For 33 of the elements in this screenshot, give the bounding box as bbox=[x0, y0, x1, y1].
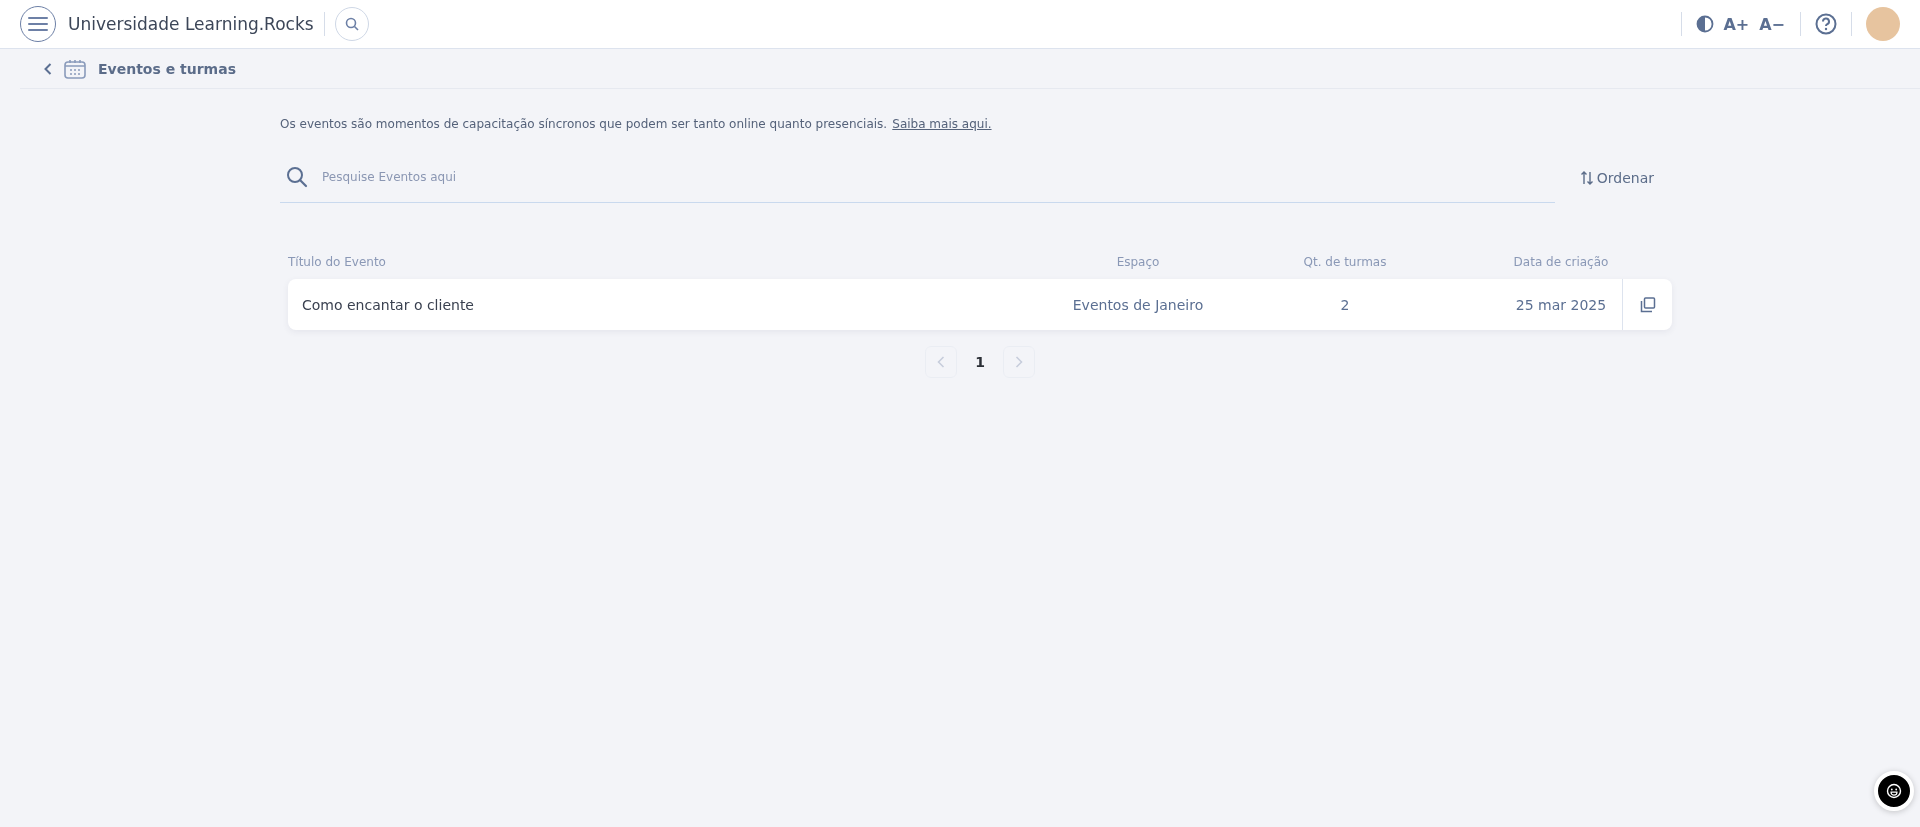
column-header: Título do Evento bbox=[288, 255, 387, 269]
event-row[interactable]: Como encantar o cliente Eventos de Janeiro 2 25 mar 2025 bbox=[288, 279, 1672, 330]
column-header: Qt. de turmas bbox=[1302, 255, 1388, 269]
menu-icon bbox=[28, 17, 48, 31]
site-title: Universidade Learning.Rocks bbox=[68, 14, 314, 34]
calendar-icon bbox=[64, 58, 86, 79]
smiley-icon bbox=[1886, 783, 1902, 799]
table-cell-text: Como encantar o cliente bbox=[301, 296, 475, 313]
feedback-button[interactable] bbox=[1874, 771, 1914, 811]
sort-button[interactable]: Ordenar bbox=[1574, 169, 1660, 186]
search-icon bbox=[344, 17, 359, 31]
chevron-right-icon bbox=[1014, 356, 1023, 368]
table-cell-text: 25 mar 2025 bbox=[1514, 296, 1608, 313]
copy-icon bbox=[1639, 296, 1656, 313]
column-header: Data de criação bbox=[1512, 255, 1610, 269]
font-decrease-button[interactable]: A− bbox=[1754, 14, 1790, 34]
font-increase-button[interactable]: A+ bbox=[1718, 14, 1755, 34]
search-button[interactable] bbox=[334, 7, 369, 41]
search-icon bbox=[286, 166, 308, 188]
menu-button[interactable] bbox=[20, 6, 56, 42]
column-header: Espaço bbox=[1115, 255, 1161, 269]
search-input[interactable]: Pesquise Eventos aqui bbox=[320, 169, 1555, 185]
learn-more-link[interactable]: Saiba mais aqui. bbox=[892, 117, 992, 131]
back-icon[interactable] bbox=[44, 62, 52, 75]
page-title: Eventos e turmas bbox=[98, 60, 236, 77]
table-cell-text: 2 bbox=[1339, 296, 1351, 313]
copy-button[interactable] bbox=[1639, 296, 1656, 313]
sort-icon bbox=[1580, 169, 1593, 186]
page-number[interactable]: 1 bbox=[969, 354, 991, 370]
search-field[interactable]: Pesquise Eventos aqui bbox=[280, 152, 1555, 203]
intro-text: Os eventos são momentos de capacitação síncronos que podem ser tanto online quanto presenciais. bbox=[280, 117, 888, 131]
table-cell-text: Eventos de Janeiro bbox=[1071, 296, 1205, 313]
chevron-left-icon bbox=[937, 356, 946, 368]
